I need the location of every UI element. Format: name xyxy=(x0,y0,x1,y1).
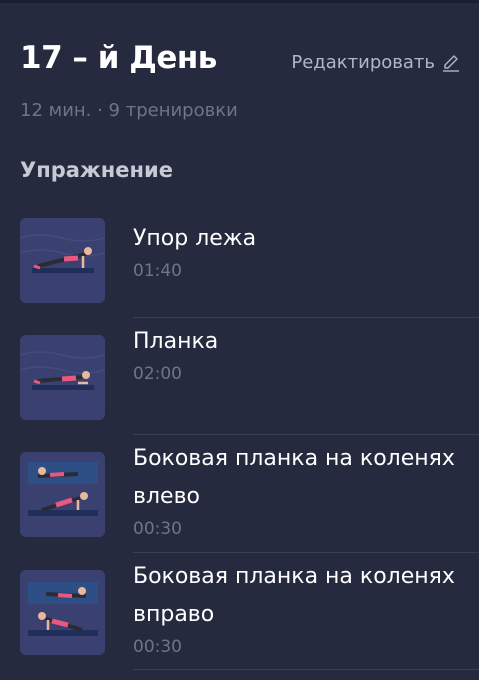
pencil-icon xyxy=(443,54,459,72)
workout-day-screen: 17 – й День Редактировать 12 мин. · 9 тр… xyxy=(0,0,479,680)
exercise-name: Планка xyxy=(133,328,219,354)
exercise-info: Планка 02:00 xyxy=(133,323,469,384)
exercise-info: Боковая планка на коленях вправо 00:30 xyxy=(133,558,469,657)
section-title: Упражнение xyxy=(20,158,174,182)
exercise-item[interactable]: Боковая планка на коленях вправо 00:30 xyxy=(0,553,479,670)
exercise-duration: 01:40 xyxy=(133,261,182,281)
exercise-name: Упор лежа xyxy=(133,226,257,251)
side-plank-left-icon xyxy=(20,452,105,537)
exercise-item[interactable]: Планка 02:00 xyxy=(0,318,479,435)
exercise-thumbnail xyxy=(20,452,105,537)
exercise-duration: 00:30 xyxy=(133,636,182,657)
exercise-thumbnail xyxy=(20,569,105,655)
exercise-name: Боковая планка на коленях вправо xyxy=(133,563,455,627)
exercise-duration: 02:00 xyxy=(133,363,182,384)
workout-meta: 12 мин. · 9 тренировки xyxy=(20,100,238,121)
exercise-info: Упор лежа 01:40 xyxy=(133,220,469,281)
exercise-thumbnail xyxy=(20,218,105,303)
page-title: 17 – й День xyxy=(20,40,217,76)
exercise-name: Боковая планка на коленях влево xyxy=(133,446,455,509)
side-plank-right-icon xyxy=(20,569,105,655)
exercise-duration: 00:30 xyxy=(133,519,182,539)
exercise-item[interactable]: Упор лежа 01:40 xyxy=(0,200,479,318)
push-up-icon xyxy=(20,218,105,303)
exercise-item[interactable]: Боковая планка на коленях влево 00:30 xyxy=(0,435,479,553)
edit-button[interactable]: Редактировать xyxy=(291,52,461,73)
edit-label: Редактировать xyxy=(291,52,435,73)
plank-icon xyxy=(20,334,105,420)
row-divider xyxy=(133,669,479,670)
exercise-info: Боковая планка на коленях влево 00:30 xyxy=(133,440,469,539)
exercise-list: Упор лежа 01:40 Планка 02:00 Боковая пла… xyxy=(0,200,479,670)
top-divider xyxy=(0,0,479,3)
exercise-thumbnail xyxy=(20,334,105,420)
header: 17 – й День Редактировать xyxy=(20,40,461,76)
